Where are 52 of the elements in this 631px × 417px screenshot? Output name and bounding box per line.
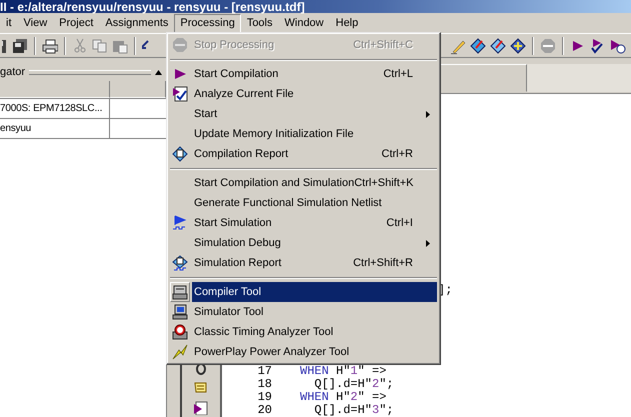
circle-icon[interactable] <box>196 363 206 375</box>
menu-item[interactable]: Start <box>170 104 437 124</box>
menu-item[interactable]: View <box>18 14 54 32</box>
menu-item[interactable]: Tools <box>240 14 278 32</box>
menu-item[interactable]: Simulator Tool <box>170 302 437 322</box>
line-number: 17 <box>256 365 272 378</box>
flag-wave-icon <box>172 215 188 231</box>
play-icon <box>172 66 188 82</box>
line-number: 18 <box>256 378 272 391</box>
code-line: Q[].d=H"3"; <box>313 404 394 417</box>
menu-item[interactable]: Update Memory Initialization File <box>170 124 437 144</box>
stop-icon[interactable] <box>540 38 556 54</box>
collapse-arrow-icon[interactable] <box>155 70 162 74</box>
diamond-icon[interactable] <box>510 38 526 54</box>
scroll-icon[interactable] <box>193 381 209 395</box>
menu-item[interactable]: Generate Functional Simulation Netlist <box>170 193 437 213</box>
monitor-icon <box>172 304 188 320</box>
report-icon <box>172 255 188 271</box>
menu-item[interactable]: Start Compilation and SimulationCtrl+Shift+K <box>170 173 437 193</box>
menu-item[interactable]: Assignments <box>99 14 174 32</box>
report-icon <box>172 146 188 162</box>
menu-item[interactable]: Help <box>330 14 364 32</box>
menu-item[interactable]: Compilation Report Ctrl+R <box>170 144 437 164</box>
table-cell: ensyuu <box>0 119 110 138</box>
window-title: II - e:/altera/rensyuu/rensyuu - rensyuu - [rensyuu.tdf] <box>0 1 305 14</box>
menu-item[interactable]: Simulation Report Ctrl+Shift+R <box>170 253 437 273</box>
menu-item[interactable]: Compiler Tool <box>170 282 437 302</box>
floppy-disks-icon[interactable] <box>12 38 28 54</box>
computer-icon <box>172 284 188 300</box>
printer-icon[interactable] <box>42 38 58 54</box>
menu-item[interactable]: Start Simulation Ctrl+I <box>170 213 437 233</box>
stop-icon <box>172 37 188 53</box>
panel-title: gator <box>0 64 26 80</box>
panel-grip[interactable] <box>29 70 151 74</box>
lightning-icon <box>172 344 188 360</box>
menu-item[interactable]: Analyze Current File <box>170 84 437 104</box>
page-check-icon <box>172 86 188 102</box>
menu-item[interactable]: Project <box>53 14 100 32</box>
table-cell: 7000S: EPM7128SLC... <box>0 99 110 118</box>
menu-item[interactable]: Start Compilation Ctrl+L <box>170 64 437 84</box>
menu-item[interactable]: PowerPlay Power Analyzer Tool <box>170 342 437 362</box>
code-line: WHEN H"2" => <box>300 391 386 404</box>
line-number: 19 <box>256 391 272 404</box>
menu-item[interactable]: Simulation Debug <box>170 233 437 253</box>
copy-icon[interactable] <box>92 38 108 54</box>
menu-item[interactable]: it <box>0 14 18 32</box>
code-line: WHEN H"1" => <box>300 365 386 378</box>
menu-item[interactable]: Classic Timing Analyzer Tool <box>170 322 437 342</box>
code-line: Q[].d=H"2"; <box>313 378 394 391</box>
menu-item[interactable]: Window <box>278 14 330 32</box>
play-clock-icon[interactable] <box>610 38 626 54</box>
line-number: 20 <box>256 404 272 417</box>
